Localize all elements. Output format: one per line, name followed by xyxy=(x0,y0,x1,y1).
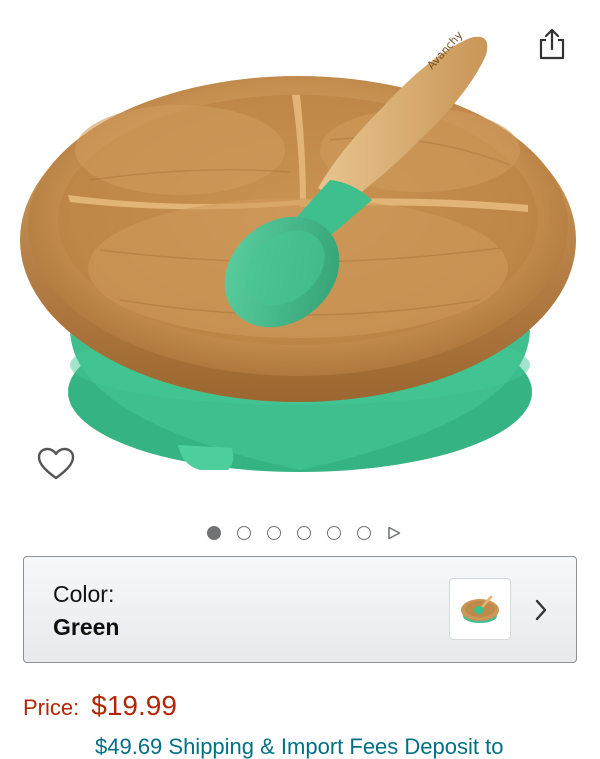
carousel-dot-3[interactable] xyxy=(267,526,281,540)
share-button[interactable] xyxy=(530,22,574,66)
selected-color-value: Green xyxy=(53,614,120,640)
carousel-video-button[interactable] xyxy=(387,526,401,540)
share-icon xyxy=(539,28,565,60)
color-swatch-thumbnail[interactable] xyxy=(449,578,511,640)
price-row: Price: $19.99 xyxy=(23,690,177,726)
carousel-dot-6[interactable] xyxy=(357,526,371,540)
wishlist-button[interactable] xyxy=(32,440,80,488)
chevron-right-icon xyxy=(529,595,553,625)
carousel-dot-2[interactable] xyxy=(237,526,251,540)
price-label: Price: xyxy=(23,695,80,720)
product-image[interactable]: Avanchy xyxy=(0,0,600,505)
shipping-fees-link[interactable]: $49.69 Shipping & Import Fees Deposit to xyxy=(95,734,503,759)
heart-outline-icon xyxy=(37,447,75,480)
product-thumbnail xyxy=(461,595,499,623)
carousel-dot-5[interactable] xyxy=(327,526,341,540)
color-label: Color: xyxy=(53,581,115,607)
image-carousel-indicator xyxy=(0,522,600,544)
carousel-dot-4[interactable] xyxy=(297,526,311,540)
carousel-dot-1[interactable] xyxy=(207,526,221,540)
price-value: $19.99 xyxy=(91,690,177,721)
color-selector[interactable]: Color: Green xyxy=(23,556,577,663)
play-triangle-icon xyxy=(388,526,401,540)
product-detail-page: Avanchy Color: Green Price: $19.99 $49.6… xyxy=(0,0,600,759)
